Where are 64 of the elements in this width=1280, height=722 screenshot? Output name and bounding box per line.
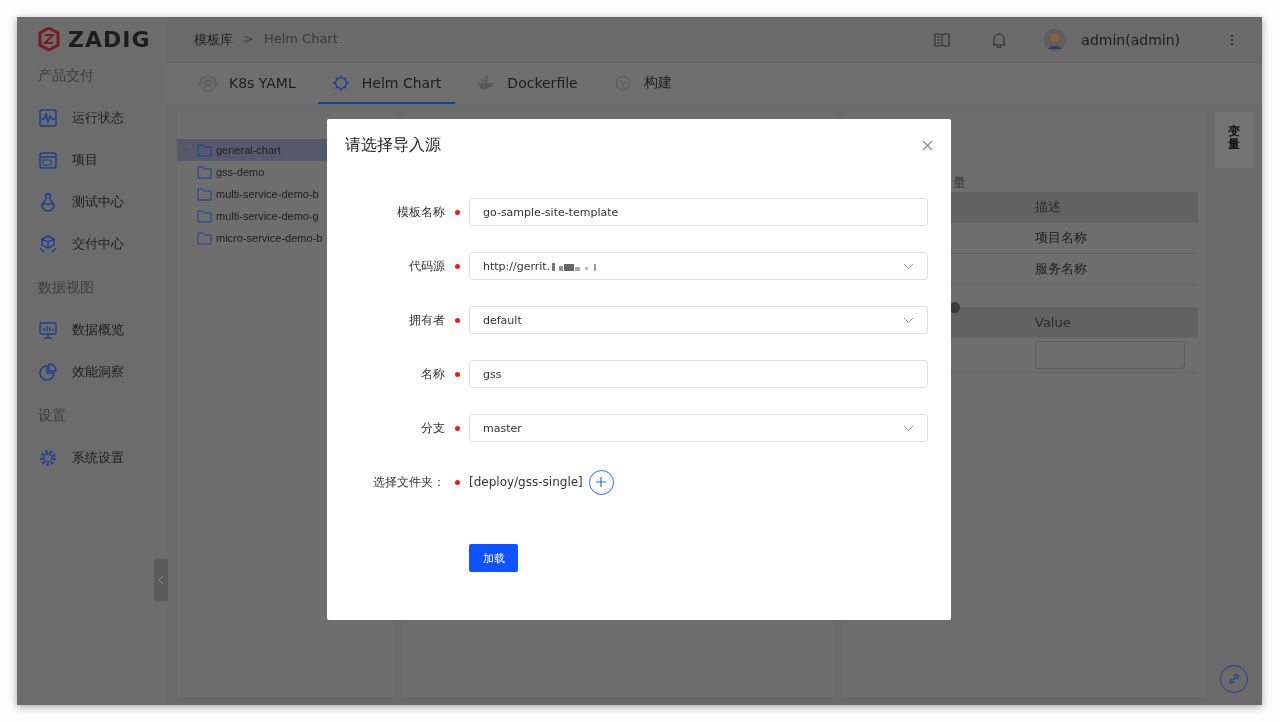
field-label: 模板名称 xyxy=(396,203,445,221)
field-label: 分支 xyxy=(420,419,445,437)
wheel-icon xyxy=(199,73,217,92)
input-field[interactable]: go-sample-site-template xyxy=(469,198,928,226)
nav-item[interactable]: 项目 xyxy=(38,139,167,181)
helm-icon xyxy=(331,73,350,92)
tree-item[interactable]: multi-service-demo-g xyxy=(177,205,395,227)
input-field[interactable]: gss xyxy=(469,360,928,388)
table-cell: 项目名称 xyxy=(1035,229,1087,247)
folder-icon xyxy=(197,187,212,201)
link-icon xyxy=(1228,673,1240,685)
column-header: Value xyxy=(1035,314,1071,330)
tree-item[interactable]: micro-service-demo-b xyxy=(177,227,395,249)
chevron-left-icon xyxy=(158,575,164,585)
tab[interactable]: Dockerfile xyxy=(463,63,592,104)
window-icon xyxy=(38,150,58,170)
tab[interactable]: 构建 xyxy=(599,63,686,104)
pie-chart-icon xyxy=(38,362,58,382)
nav-item[interactable]: 数据概览 xyxy=(38,309,167,351)
field-label: 选择文件夹： xyxy=(372,473,445,491)
nav-item[interactable]: 效能洞察 xyxy=(38,351,167,393)
chevron-down-icon xyxy=(903,424,914,432)
logo-text: ZADIG xyxy=(68,26,151,52)
monitor-icon xyxy=(38,320,58,340)
breadcrumb-separator: > xyxy=(243,30,254,48)
box-icon xyxy=(38,234,58,254)
flask-icon xyxy=(38,192,58,212)
tree-item[interactable]: gss-demo xyxy=(177,161,395,183)
bell-icon[interactable] xyxy=(992,31,1007,48)
table-cell: 服务名称 xyxy=(1035,260,1087,278)
field-label: 拥有者 xyxy=(408,311,445,329)
tab[interactable]: K8s YAML xyxy=(185,63,310,104)
cube-icon xyxy=(613,73,632,92)
folder-icon xyxy=(197,143,212,157)
nav-item[interactable]: 运行状态 xyxy=(38,97,167,139)
folder-icon xyxy=(197,231,212,245)
more-icon[interactable] xyxy=(1230,33,1234,46)
chevron-down-icon xyxy=(903,262,914,270)
settings-icon xyxy=(38,448,58,468)
chevron-down-icon xyxy=(903,316,914,324)
close-icon[interactable] xyxy=(922,140,933,151)
pulse-icon xyxy=(38,108,58,128)
tree-item[interactable]: multi-service-demo-b xyxy=(177,183,395,205)
load-button[interactable]: 加载 xyxy=(469,544,518,572)
nav-item[interactable]: 系统设置 xyxy=(38,437,167,479)
folder-icon xyxy=(197,209,212,223)
select-field[interactable]: default xyxy=(469,306,928,334)
folder-icon xyxy=(197,165,212,179)
folder-path: [deploy/gss-single] xyxy=(469,475,583,489)
select-field[interactable]: http://gerrit. xyxy=(469,252,928,280)
nav-item[interactable]: 测试中心 xyxy=(38,181,167,223)
nav-item[interactable]: 交付中心 xyxy=(38,223,167,265)
breadcrumb-link[interactable]: 模板库 xyxy=(194,30,233,49)
plus-icon xyxy=(596,477,607,487)
field-label: 名称 xyxy=(420,365,445,383)
tab[interactable]: Helm Chart xyxy=(317,63,456,104)
logo-icon xyxy=(38,27,60,51)
select-field[interactable]: master xyxy=(469,414,928,442)
avatar-icon xyxy=(1044,28,1067,51)
field-label: 代码源 xyxy=(408,257,445,275)
book-icon[interactable] xyxy=(934,32,951,47)
user-name[interactable]: admin(admin) xyxy=(1081,31,1180,48)
add-button[interactable] xyxy=(588,469,614,495)
variables-tab[interactable]: 变量 xyxy=(1215,112,1253,169)
